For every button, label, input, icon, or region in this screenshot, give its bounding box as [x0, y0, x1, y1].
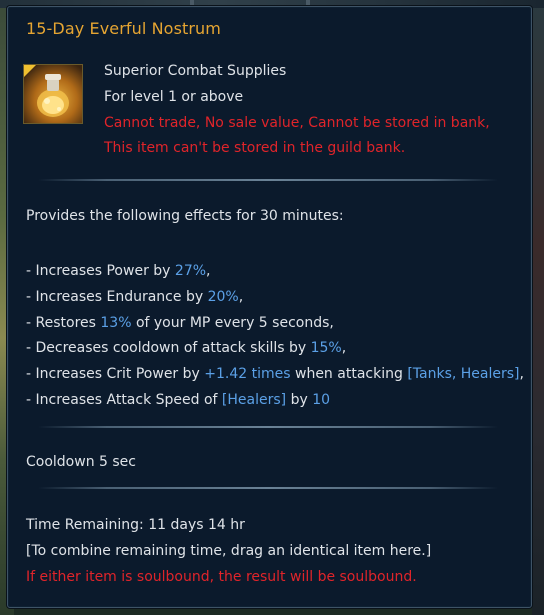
- effect-line: - Increases Crit Power by +1.42 times wh…: [26, 366, 524, 382]
- time-remaining: Time Remaining: 11 days 14 hr: [26, 517, 245, 533]
- cooldown-text: Cooldown 5 sec: [26, 454, 136, 470]
- item-title: 15-Day Everful Nostrum: [26, 19, 221, 38]
- combine-hint: [To combine remaining time, drag an iden…: [26, 543, 432, 559]
- item-tooltip: 15-Day Everful Nostrum Superior Combat S…: [7, 6, 532, 608]
- potion-flask-icon: [23, 64, 83, 124]
- soulbound-warning: If either item is soulbound, the result …: [26, 569, 417, 585]
- effect-line: - Restores 13% of your MP every 5 second…: [26, 315, 334, 331]
- item-category: Superior Combat Supplies: [104, 63, 287, 79]
- effect-line: - Increases Power by 27%,: [26, 263, 211, 279]
- section-divider: [38, 426, 498, 428]
- effect-line: - Increases Endurance by 20%,: [26, 289, 244, 305]
- effect-line: - Decreases cooldown of attack skills by…: [26, 340, 347, 356]
- game-background-right: [532, 0, 544, 615]
- guild-bank-restriction: This item can't be stored in the guild b…: [104, 140, 406, 156]
- effects-header: Provides the following effects for 30 mi…: [26, 208, 344, 224]
- section-divider: [38, 487, 498, 489]
- level-requirement: For level 1 or above: [104, 89, 244, 105]
- section-divider: [38, 179, 498, 181]
- trade-restriction: Cannot trade, No sale value, Cannot be s…: [104, 115, 490, 131]
- effect-line: - Increases Attack Speed of [Healers] by…: [26, 392, 331, 408]
